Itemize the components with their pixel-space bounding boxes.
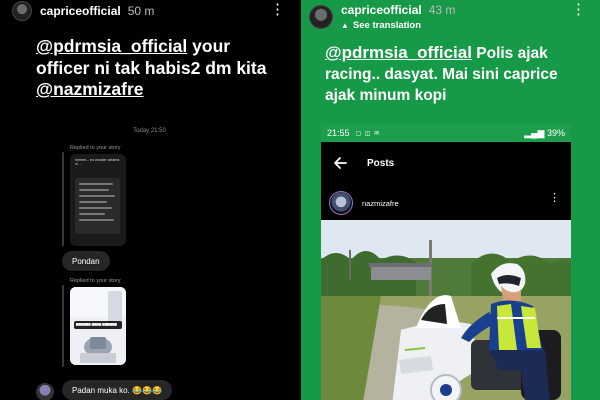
post-header: nazmizafre ⋮ [321,186,571,220]
story-collage: capriceofficial 50 m ⋮ @pdrmsia_official… [0,0,600,400]
story-thumbnail[interactable]: hmmm... eo wonder selama ni ... [70,154,126,246]
notification-icons: ▢ ◫ ✉ [355,130,381,137]
header-text: capriceofficial 43 m ▲ See translation [341,3,455,31]
story-caption: @pdrmsia_official your officer ni tak ha… [36,36,281,101]
more-vertical-icon[interactable]: ⋮ [571,2,586,18]
avatar[interactable] [309,5,333,29]
text-line [79,189,109,191]
more-vertical-icon[interactable]: ⋮ [270,2,285,18]
app-bar: Posts [321,142,571,184]
mention-link[interactable]: @pdrmsia_official [36,36,187,56]
back-arrow-icon[interactable] [332,155,348,171]
thumbnail-card [75,178,120,234]
text-line [79,213,105,215]
translate-icon: ▲ [341,21,349,30]
mention-link[interactable]: @pdrmsia_official [325,43,472,62]
reply-bar [62,285,64,367]
text-line [79,219,114,221]
dm-timestamp: Today 21:50 [133,128,166,134]
story-caption: @pdrmsia_official Polis ajak racing.. da… [325,42,585,106]
text-line [79,183,113,185]
embedded-screenshot: 21:55 ▢ ◫ ✉ ▂▄▆ 39% Posts nazmizafre ⋮ [321,124,571,400]
story-header: capriceofficial 43 m ▲ See translation ⋮ [301,0,600,34]
header-row: capriceofficial 43 m [341,3,455,17]
thumbnail-text: hmmm... eo wonder selama ni ... [75,158,120,167]
username[interactable]: capriceofficial [341,3,422,17]
see-translation-label: See translation [352,20,422,31]
status-time: 21:55 [327,128,350,138]
page-title: Posts [367,157,395,169]
message-bubble[interactable]: Padan muka ko. 😂😂😂 [62,380,172,400]
more-vertical-icon[interactable]: ⋮ [549,193,560,204]
story-thumbnail[interactable]: ▆▆▆▆▆▆ ▆▆▆▆ ▆▆▆▆▆▆ [70,287,126,365]
avatar[interactable] [12,1,32,21]
post-time: 50 m [127,4,155,18]
post-time: 43 m [428,3,456,17]
avatar[interactable] [36,383,54,400]
signal-icon: ▂▄▆ [524,127,547,138]
text-line [79,201,107,203]
status-bar: 21:55 ▢ ◫ ✉ ▂▄▆ 39% [321,124,571,142]
text-line [79,195,115,197]
thumbnail-caption: ▆▆▆▆▆▆ ▆▆▆▆ ▆▆▆▆▆▆ [74,321,122,329]
replied-label: Replied to your story [70,278,121,284]
story-header: capriceofficial 50 m ⋮ [0,0,299,22]
replied-label: Replied to your story [70,145,121,151]
message-bubble[interactable]: Pondan [62,251,110,271]
battery-indicator: ▂▄▆ 39% [524,128,565,139]
left-story: capriceofficial 50 m ⋮ @pdrmsia_official… [0,0,299,400]
post-username[interactable]: nazmizafre [362,199,399,208]
text-line [79,207,112,209]
reply-bar [62,152,64,246]
battery-level: 39% [546,127,565,138]
see-translation-button[interactable]: ▲ See translation [341,20,455,31]
username[interactable]: capriceofficial [40,4,121,18]
avatar[interactable] [329,191,353,215]
post-photo [321,220,571,400]
mention-link[interactable]: @nazmizafre [36,79,144,99]
